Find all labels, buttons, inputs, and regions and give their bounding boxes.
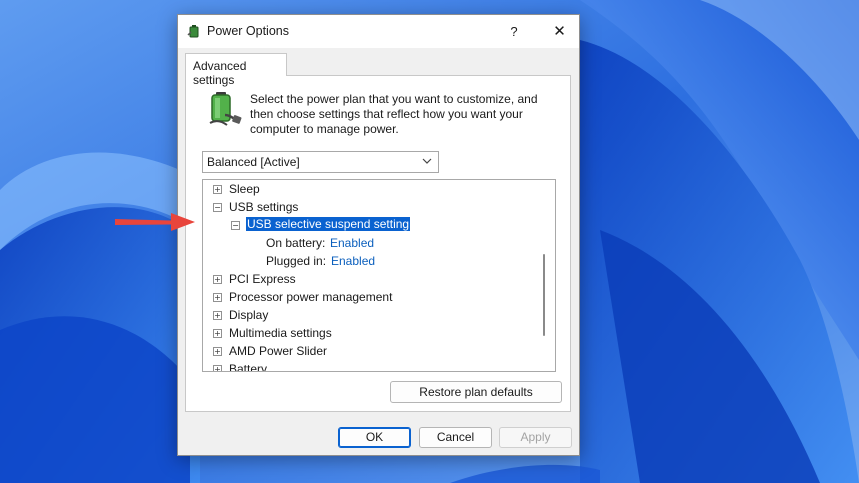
- tree-item-label: Sleep: [229, 182, 260, 196]
- expand-icon[interactable]: +: [213, 185, 222, 194]
- setting-label: On battery:: [266, 236, 326, 250]
- tree-item-label: USB settings: [229, 200, 299, 214]
- tree-item-label: PCI Express: [229, 272, 296, 286]
- title-bar: Power Options ? ✕: [178, 15, 579, 48]
- collapse-icon[interactable]: −: [231, 221, 240, 230]
- apply-button: Apply: [499, 427, 572, 448]
- setting-label: Plugged in:: [266, 254, 327, 268]
- on-battery-value-link[interactable]: Enabled: [330, 236, 374, 250]
- tree-item-label: Processor power management: [229, 290, 393, 304]
- power-options-dialog: Power Options ? ✕ Advanced settings Sele…: [177, 14, 580, 456]
- power-plan-value: Balanced [Active]: [207, 155, 300, 169]
- window-title: Power Options: [207, 24, 289, 38]
- collapse-icon[interactable]: −: [213, 203, 222, 212]
- advanced-settings-panel: Select the power plan that you want to c…: [185, 75, 571, 412]
- tree-item-label-selected: USB selective suspend setting: [244, 216, 412, 232]
- tree-item-label: Display: [229, 308, 269, 322]
- expand-icon[interactable]: +: [213, 347, 222, 356]
- red-arrow-icon: [115, 213, 195, 231]
- tree-item-label: Battery: [229, 362, 268, 372]
- expand-icon[interactable]: +: [213, 275, 222, 284]
- help-button[interactable]: ?: [496, 15, 532, 48]
- tab-advanced-settings[interactable]: Advanced settings: [185, 53, 287, 87]
- ok-button[interactable]: OK: [338, 427, 411, 448]
- battery-plug-icon: [209, 92, 242, 126]
- settings-tree[interactable]: + Sleep − USB settings − USB selective s…: [202, 179, 556, 372]
- power-plan-icon: [187, 25, 199, 38]
- power-plan-dropdown[interactable]: Balanced [Active]: [202, 151, 439, 173]
- tree-scrollbar-thumb[interactable]: [543, 254, 545, 336]
- expand-icon[interactable]: +: [213, 365, 222, 371]
- restore-plan-defaults-button[interactable]: Restore plan defaults: [390, 381, 562, 403]
- plan-description: Select the power plan that you want to c…: [250, 92, 538, 136]
- expand-icon[interactable]: +: [213, 293, 222, 302]
- tree-item-label: AMD Power Slider: [229, 344, 328, 358]
- chevron-down-icon[interactable]: [421, 155, 433, 167]
- plugged-in-value-link[interactable]: Enabled: [331, 254, 375, 268]
- cancel-button[interactable]: Cancel: [419, 427, 492, 448]
- expand-icon[interactable]: +: [213, 329, 222, 338]
- close-button[interactable]: ✕: [540, 15, 579, 48]
- expand-icon[interactable]: +: [213, 311, 222, 320]
- tree-item-label: Multimedia settings: [229, 326, 332, 340]
